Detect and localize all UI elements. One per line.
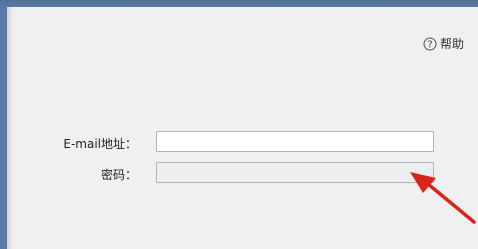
help-link[interactable]: ? 帮助 — [423, 35, 464, 52]
email-label: E-mail地址： — [63, 137, 137, 151]
password-label: 密码： — [100, 168, 137, 182]
email-row: E-mail地址： — [13, 131, 478, 153]
question-circle-icon: ? — [423, 37, 437, 51]
password-row: 密码： — [13, 162, 478, 184]
title-bar[interactable] — [0, 0, 478, 7]
dialog-body: ? 帮助 E-mail地址： 密码： — [13, 7, 478, 249]
svg-text:?: ? — [427, 39, 432, 50]
window-frame-left — [0, 7, 7, 249]
login-dialog: ? 帮助 E-mail地址： 密码： — [0, 0, 478, 249]
email-field[interactable] — [156, 131, 434, 152]
password-field[interactable] — [156, 162, 434, 183]
help-label: 帮助 — [439, 37, 464, 51]
